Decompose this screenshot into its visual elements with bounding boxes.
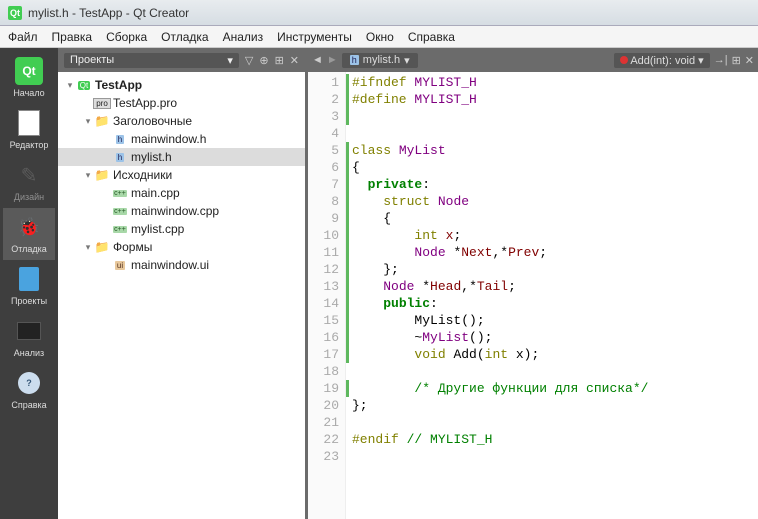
close-editor-icon[interactable]: ✕ (745, 54, 754, 67)
menu-window[interactable]: Окно (366, 30, 394, 44)
app-icon: Qt (8, 6, 22, 20)
menu-bar: Файл Правка Сборка Отладка Анализ Инстру… (0, 26, 758, 48)
code-lines[interactable]: #ifndef MYLIST_H#define MYLIST_H class M… (346, 72, 758, 519)
tree-node[interactable]: c++mylist.cpp (58, 220, 305, 238)
tree-node[interactable]: proTestApp.pro (58, 94, 305, 112)
mode-bar: QtНачалоРедактор✎Дизайн🐞ОтладкаПроектыАн… (0, 48, 58, 519)
code-editor[interactable]: 1234567891011121314151617181920212223 #i… (308, 72, 758, 519)
menu-analyze[interactable]: Анализ (223, 30, 264, 44)
mode-отладка[interactable]: 🐞Отладка (3, 208, 55, 260)
projects-selector[interactable]: Проекты▾ (64, 53, 239, 68)
project-tree: ▾QtTestAppproTestApp.pro▾📁Заголовочныеhm… (58, 72, 305, 519)
tree-node[interactable]: ▾📁Исходники (58, 166, 305, 184)
tree-node[interactable]: hmainwindow.h (58, 130, 305, 148)
editor-toolbar: ◄ ► h mylist.h ▾ Add(int): void ▾ →| ⊞ ✕ (308, 48, 758, 72)
tree-node[interactable]: c++main.cpp (58, 184, 305, 202)
close-icon[interactable]: ✕ (290, 54, 299, 67)
tree-node[interactable]: ▾📁Формы (58, 238, 305, 256)
nav-forward-icon[interactable]: ► (327, 54, 338, 66)
projects-pane: Проекты▾ ▽ ⊕ ⊞ ✕ ▾QtTestAppproTestApp.pr… (58, 48, 308, 519)
filter-icon[interactable]: ▽ (245, 54, 253, 67)
tree-node[interactable]: ▾📁Заголовочные (58, 112, 305, 130)
mode-справка[interactable]: ?Справка (3, 364, 55, 416)
editor-pane: ◄ ► h mylist.h ▾ Add(int): void ▾ →| ⊞ ✕… (308, 48, 758, 519)
nav-back-icon[interactable]: ◄ (312, 54, 323, 66)
menu-debug[interactable]: Отладка (161, 30, 208, 44)
tree-node[interactable]: uimainwindow.ui (58, 256, 305, 274)
mode-проекты[interactable]: Проекты (3, 260, 55, 312)
method-icon (620, 56, 628, 64)
menu-edit[interactable]: Правка (52, 30, 93, 44)
mode-редактор[interactable]: Редактор (3, 104, 55, 156)
tree-node[interactable]: hmylist.h (58, 148, 305, 166)
window-title: mylist.h - TestApp - Qt Creator (28, 6, 189, 20)
window-titlebar: Qt mylist.h - TestApp - Qt Creator (0, 0, 758, 26)
mode-анализ[interactable]: Анализ (3, 312, 55, 364)
tree-node[interactable]: ▾QtTestApp (58, 76, 305, 94)
menu-help[interactable]: Справка (408, 30, 455, 44)
dropdown-icon: ▾ (227, 54, 233, 67)
menu-file[interactable]: Файл (8, 30, 38, 44)
split-icon[interactable]: ⊞ (275, 54, 284, 67)
add-icon[interactable]: ⊕ (259, 54, 268, 67)
split-icon[interactable]: ⊞ (732, 54, 741, 67)
tree-node[interactable]: c++mainwindow.cpp (58, 202, 305, 220)
menu-tools[interactable]: Инструменты (277, 30, 352, 44)
symbol-selector[interactable]: Add(int): void ▾ (614, 53, 710, 68)
menu-build[interactable]: Сборка (106, 30, 147, 44)
mode-дизайн[interactable]: ✎Дизайн (3, 156, 55, 208)
projects-header: Проекты▾ ▽ ⊕ ⊞ ✕ (58, 48, 305, 72)
line-col-icon[interactable]: →| (714, 54, 728, 66)
editor-file-tab[interactable]: h mylist.h ▾ (342, 53, 418, 68)
line-gutter: 1234567891011121314151617181920212223 (308, 72, 346, 519)
mode-начало[interactable]: QtНачало (3, 52, 55, 104)
h-file-icon: h (350, 55, 359, 65)
dropdown-icon: ▾ (404, 54, 410, 67)
